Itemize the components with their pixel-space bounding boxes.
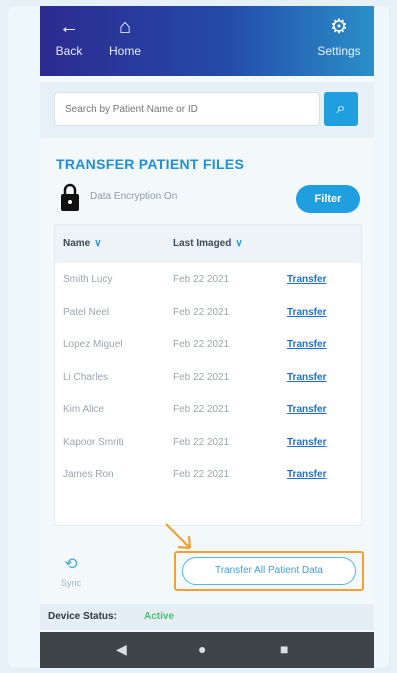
encryption-row: Data Encryption On Filter	[56, 182, 360, 216]
table-row: Smith Lucy Feb 22 2021 Transfer	[55, 263, 361, 296]
column-label: Name	[63, 238, 91, 249]
triangle-back-icon[interactable]: ◀	[116, 641, 127, 658]
search-button[interactable]: ⌕	[324, 92, 358, 126]
patient-table: Name ∨ Last Imaged ∨ Smith Lucy Feb 22 202…	[54, 224, 362, 526]
arrow-left-icon: ←	[59, 16, 79, 38]
filter-button[interactable]: Filter	[296, 185, 360, 213]
table-row: Kim Alice Feb 22 2021 Transfer	[55, 393, 361, 426]
column-header-last-imaged[interactable]: Last Imaged ∨	[173, 238, 243, 249]
home-icon: ⌂	[118, 16, 132, 38]
home-label: Home	[108, 44, 141, 58]
last-imaged-date: Feb 22 2021	[173, 404, 230, 415]
transfer-link[interactable]: Transfer	[287, 404, 326, 415]
page-title: TRANSFER PATIENT FILES	[56, 156, 245, 172]
patient-name: Lopez Miguel	[63, 339, 123, 350]
phone-screen: ← Back ⌂ Home ⚙ Settings ⌕ TRANSFER PATI…	[40, 6, 374, 668]
transfer-link[interactable]: Transfer	[287, 437, 326, 448]
table-row: James Ron Feb 22 2021 Transfer	[55, 458, 361, 491]
sync-button[interactable]: ⟲ Sync	[54, 554, 88, 588]
home-button[interactable]: ⌂ Home	[102, 16, 148, 58]
patient-name: Smith Lucy	[63, 274, 113, 285]
patient-name: James Ron	[63, 469, 114, 480]
search-icon: ⌕	[336, 100, 346, 117]
table-row: Patel Neel Feb 22 2021 Transfer	[55, 296, 361, 329]
search-bar: ⌕	[40, 82, 374, 138]
top-nav-bar: ← Back ⌂ Home ⚙ Settings	[40, 6, 374, 76]
search-input[interactable]	[54, 92, 320, 126]
table-header: Name ∨ Last Imaged ∨	[55, 225, 361, 263]
last-imaged-date: Feb 22 2021	[173, 371, 230, 383]
device-status-label: Device Status:	[48, 611, 117, 622]
circle-home-icon[interactable]: ●	[198, 641, 206, 657]
gear-icon: ⚙	[330, 16, 348, 38]
device-status-bar: Device Status: Active	[40, 604, 374, 630]
chevron-down-icon: ∨	[94, 238, 102, 249]
sync-label: Sync	[60, 578, 81, 588]
device-status-value: Active	[144, 611, 175, 622]
column-label: Last Imaged	[173, 238, 232, 249]
transfer-link[interactable]: Transfer	[287, 339, 326, 350]
patient-name: Patel Neel	[63, 306, 110, 318]
column-header-name[interactable]: Name ∨	[63, 238, 102, 249]
transfer-link[interactable]: Transfer	[287, 307, 326, 318]
back-label: Back	[55, 44, 83, 58]
last-imaged-date: Feb 22 2021	[173, 306, 230, 318]
patient-name: Kapoor Smriti	[63, 436, 124, 448]
transfer-link[interactable]: Transfer	[287, 274, 326, 285]
sync-icon: ⟲	[64, 556, 78, 573]
patient-name: Li Charles	[63, 371, 109, 383]
square-recents-icon[interactable]: ■	[280, 641, 288, 657]
table-row: Kapoor Smriti Feb 22 2021 Transfer	[55, 426, 361, 459]
transfer-link[interactable]: Transfer	[287, 372, 326, 383]
back-button[interactable]: ← Back	[50, 16, 88, 58]
chevron-down-icon: ∨	[235, 238, 243, 249]
last-imaged-date: Feb 22 2021	[173, 274, 230, 285]
last-imaged-date: Feb 22 2021	[173, 339, 230, 350]
transfer-link[interactable]: Transfer	[287, 469, 326, 480]
encryption-status: Data Encryption On	[90, 191, 178, 202]
last-imaged-date: Feb 22 2021	[173, 469, 230, 480]
table-row: Lopez Miguel Feb 22 2021 Transfer	[55, 328, 361, 361]
lock-icon	[61, 183, 79, 211]
settings-label: Settings	[317, 44, 361, 58]
transfer-all-button[interactable]: Transfer All Patient Data	[182, 557, 356, 585]
table-row: Li Charles Feb 22 2021 Transfer	[55, 361, 361, 394]
settings-button[interactable]: ⚙ Settings	[310, 16, 368, 58]
patient-name: Kim Alice	[63, 404, 105, 415]
last-imaged-date: Feb 22 2021	[173, 436, 230, 448]
android-nav-bar: ◀ ● ■	[40, 632, 374, 668]
